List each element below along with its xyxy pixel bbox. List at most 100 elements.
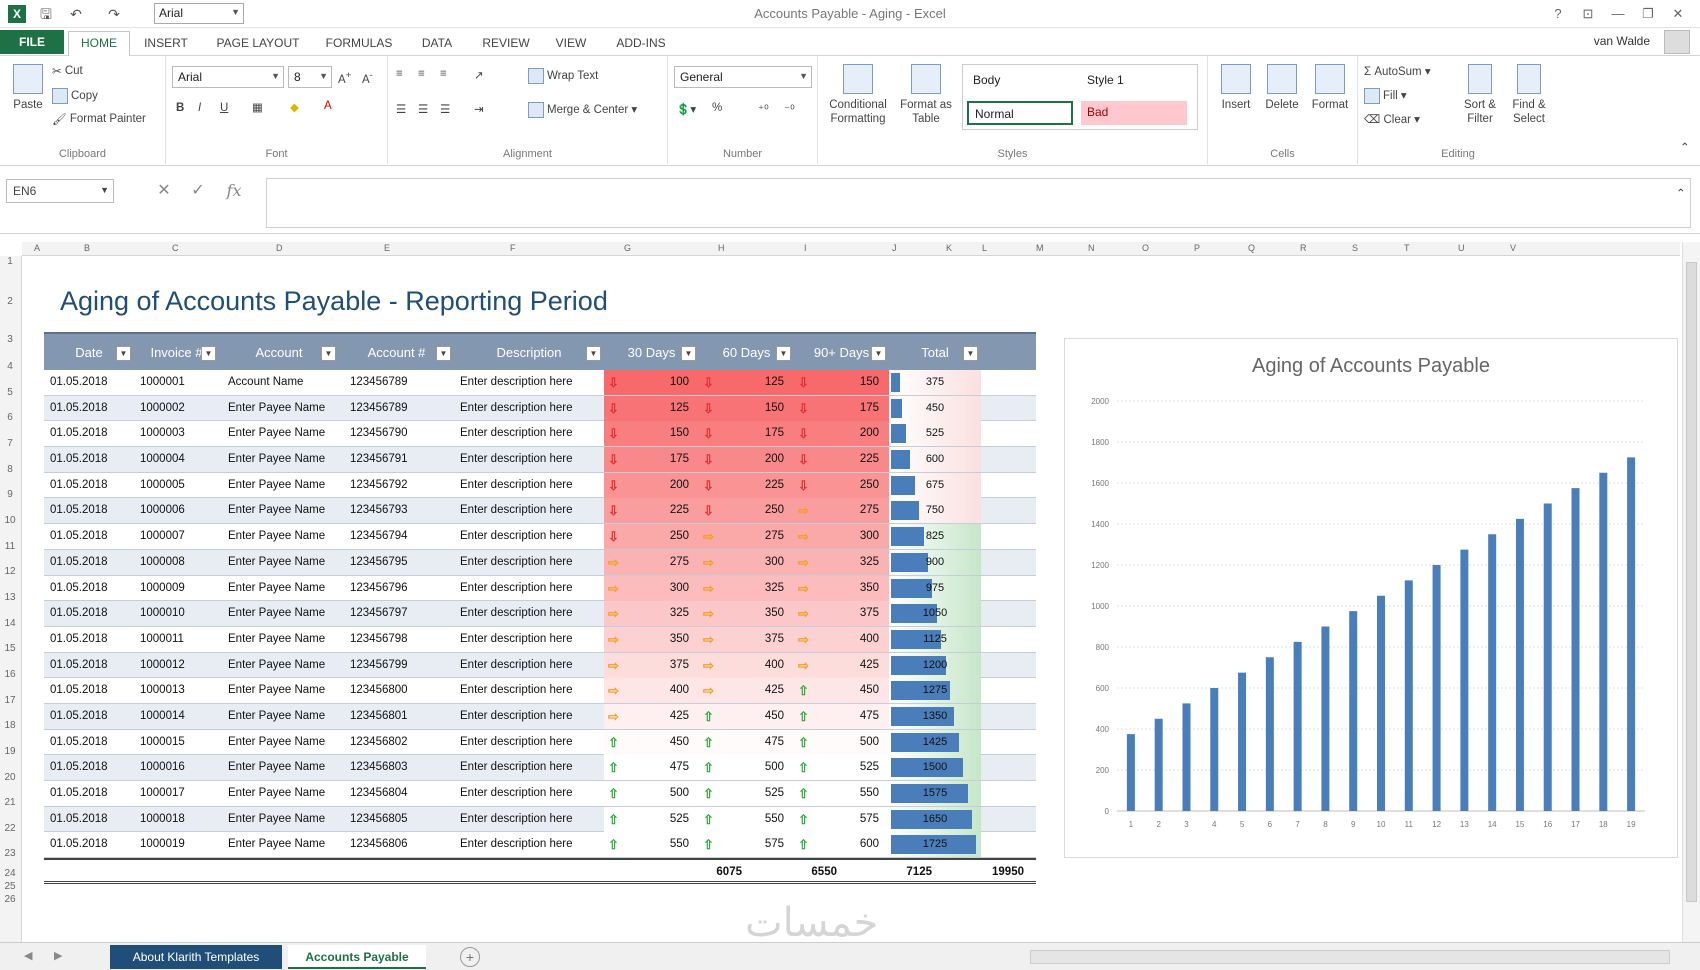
cell-d30[interactable]: ⇨ 300 [604, 575, 699, 601]
cell-invoice[interactable]: 1000004 [140, 447, 218, 472]
cell-d90[interactable]: ⇨ 425 [794, 652, 889, 678]
cell-d90[interactable]: ⇨ 400 [794, 626, 889, 652]
table-row[interactable]: 01.05.2018 1000004 Enter Payee Name 1234567… [44, 447, 1036, 473]
column-header[interactable]: F [510, 243, 516, 253]
column-header[interactable]: R [1300, 243, 1307, 253]
column-header[interactable]: C [172, 243, 179, 253]
row-header[interactable]: 15 [0, 643, 20, 654]
cell-acctno[interactable]: 123456800 [350, 678, 450, 703]
cell-acctno[interactable]: 123456798 [350, 627, 450, 652]
cell-d60[interactable]: ⇩ 125 [699, 370, 794, 395]
underline-button[interactable]: U [220, 102, 228, 114]
cell-invoice[interactable]: 1000009 [140, 576, 218, 601]
table-row[interactable]: 01.05.2018 1000006 Enter Payee Name 1234567… [44, 498, 1036, 525]
cell-d60[interactable]: ⇨ 350 [699, 601, 794, 627]
cell-d90[interactable]: ⇨ 300 [794, 524, 889, 550]
style-normal[interactable]: Normal [967, 101, 1073, 125]
cell-acctno[interactable]: 123456795 [350, 550, 450, 575]
cell-d30[interactable]: ⇨ 350 [604, 626, 699, 652]
cell-desc[interactable]: Enter description here [460, 473, 600, 498]
cell-invoice[interactable]: 1000006 [140, 498, 218, 523]
indent-icon[interactable]: ⇥ [474, 102, 484, 116]
cell-acctno[interactable]: 123456794 [350, 524, 450, 549]
filter-dropdown-icon[interactable]: ▼ [321, 346, 336, 361]
bar[interactable] [1460, 549, 1469, 811]
expand-formula-icon[interactable]: ⌃ [1676, 186, 1686, 200]
row-header[interactable]: 12 [0, 566, 20, 577]
cell-date[interactable]: 01.05.2018 [50, 730, 134, 755]
row-header[interactable]: 22 [0, 823, 20, 834]
cell-invoice[interactable]: 1000001 [140, 370, 218, 395]
cell-date[interactable]: 01.05.2018 [50, 807, 134, 832]
cell-invoice[interactable]: 1000003 [140, 421, 218, 446]
table-row[interactable]: 01.05.2018 1000016 Enter Payee Name 1234568… [44, 755, 1036, 781]
add-sheet-icon[interactable]: + [460, 947, 480, 967]
minimize-icon[interactable]: — [1605, 4, 1631, 24]
bold-button[interactable]: B [176, 102, 184, 114]
clear-button[interactable]: ⌫ Clear ▾ [1364, 112, 1420, 126]
italic-button[interactable]: I [198, 102, 201, 114]
avatar[interactable] [1664, 30, 1690, 54]
cell-d60[interactable]: ⇩ 200 [699, 447, 794, 473]
bar[interactable] [1210, 688, 1219, 811]
sheet-tab-accounts-payable[interactable]: Accounts Payable [288, 945, 426, 969]
cell-d60[interactable]: ⇨ 425 [699, 678, 794, 704]
delete-cells-button[interactable]: Delete [1262, 64, 1302, 112]
cell-total[interactable]: 825 [889, 524, 981, 550]
row-header[interactable]: 21 [0, 797, 20, 808]
cell-d30[interactable]: ⇨ 425 [604, 703, 699, 729]
help-icon[interactable]: ? [1545, 4, 1571, 24]
cell-desc[interactable]: Enter description here [460, 370, 600, 395]
cell-invoice[interactable]: 1000019 [140, 832, 218, 857]
formula-input[interactable] [266, 178, 1691, 228]
name-box[interactable]: EN6 ▼ [6, 179, 114, 203]
cell-account[interactable]: Enter Payee Name [228, 678, 338, 703]
cell-desc[interactable]: Enter description here [460, 396, 600, 421]
cell-account[interactable]: Enter Payee Name [228, 576, 338, 601]
cell-d30[interactable]: ⇧ 525 [604, 806, 699, 832]
row-header[interactable]: 1 [0, 256, 20, 267]
row-header[interactable]: 8 [0, 464, 20, 475]
cell-d60[interactable]: ⇨ 275 [699, 524, 794, 550]
cell-total[interactable]: 1725 [889, 832, 981, 858]
bar[interactable] [1293, 641, 1302, 811]
cell-invoice[interactable]: 1000007 [140, 524, 218, 549]
cell-account[interactable]: Enter Payee Name [228, 601, 338, 626]
cell-d30[interactable]: ⇩ 125 [604, 395, 699, 421]
column-header[interactable]: K [946, 243, 952, 253]
cell-desc[interactable]: Enter description here [460, 730, 600, 755]
cell-d90[interactable]: ⇧ 575 [794, 806, 889, 832]
align-right-icon[interactable]: ☰ [440, 102, 450, 116]
cell-d90[interactable]: ⇩ 250 [794, 472, 889, 498]
table-row[interactable]: 01.05.2018 1000017 Enter Payee Name 1234568… [44, 781, 1036, 807]
row-header[interactable]: 11 [0, 541, 20, 552]
cell-total[interactable]: 750 [889, 498, 981, 524]
table-row[interactable]: 01.05.2018 1000008 Enter Payee Name 1234567… [44, 549, 1036, 576]
copy-button[interactable]: Copy [52, 88, 98, 104]
insert-cells-button[interactable]: Insert [1216, 64, 1256, 112]
cell-total[interactable]: 1350 [889, 703, 981, 729]
cell-d60[interactable]: ⇧ 550 [699, 806, 794, 832]
cell-account[interactable]: Enter Payee Name [228, 653, 338, 678]
cell-total[interactable]: 1575 [889, 781, 981, 806]
column-header[interactable]: G [624, 243, 631, 253]
format-as-table-button[interactable]: Format as Table [896, 64, 956, 126]
prev-sheet-icon[interactable]: ◀ [24, 949, 32, 962]
cell-acctno[interactable]: 123456789 [350, 370, 450, 395]
currency-icon[interactable]: 💲▾ [676, 102, 696, 116]
cell-date[interactable]: 01.05.2018 [50, 781, 134, 806]
cell-acctno[interactable]: 123456793 [350, 498, 450, 523]
table-row[interactable]: 01.05.2018 1000012 Enter Payee Name 1234567… [44, 652, 1036, 679]
column-header[interactable]: V [1510, 243, 1516, 253]
column-header[interactable]: B [84, 243, 90, 253]
cell-date[interactable]: 01.05.2018 [50, 421, 134, 446]
bar[interactable] [1627, 457, 1636, 811]
column-header[interactable]: U [1458, 243, 1465, 253]
filter-dropdown-icon[interactable]: ▼ [681, 346, 696, 361]
cell-invoice[interactable]: 1000018 [140, 807, 218, 832]
cell-total[interactable]: 675 [889, 472, 981, 498]
align-left-icon[interactable]: ☰ [396, 102, 406, 116]
cell-account[interactable]: Enter Payee Name [228, 627, 338, 652]
insert-function-icon[interactable]: fx [222, 178, 246, 204]
cell-account[interactable]: Enter Payee Name [228, 447, 338, 472]
